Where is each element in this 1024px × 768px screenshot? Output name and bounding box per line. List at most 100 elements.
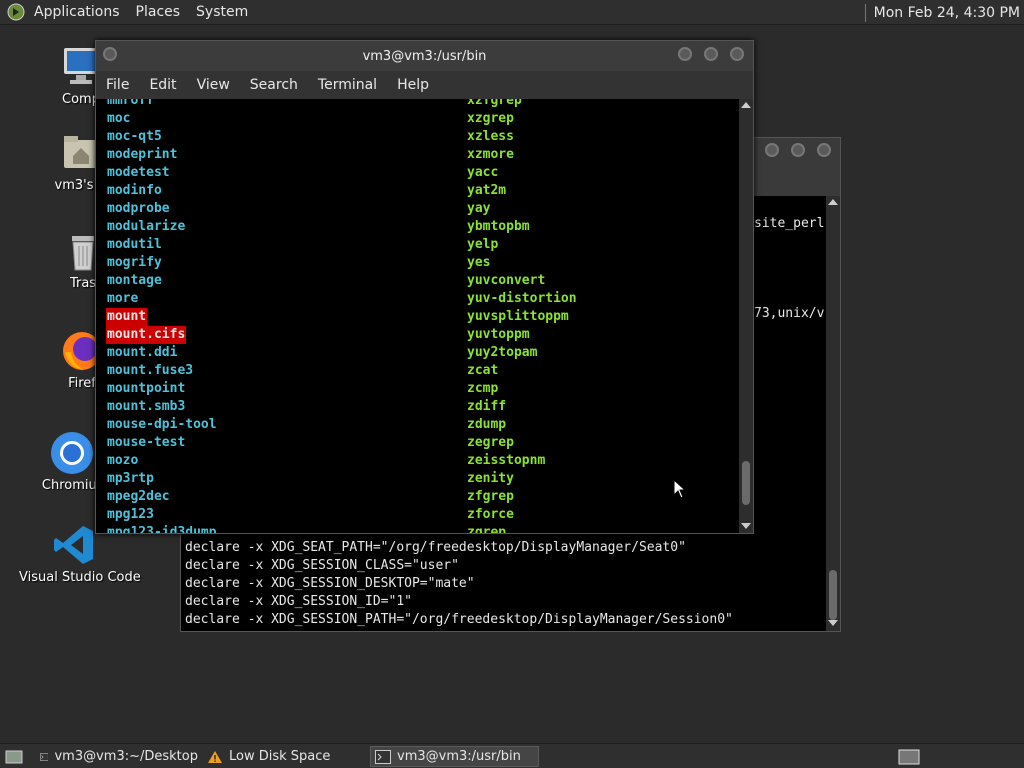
file-entry: mouse-dpi-tool bbox=[107, 417, 217, 432]
window-title: vm3@vm3:/usr/bin bbox=[362, 48, 487, 64]
terminal-icon bbox=[40, 752, 49, 761]
terminal-line: declare -x XDG_SESSION_CLASS="user" bbox=[185, 558, 459, 573]
file-entry: xzfgrep bbox=[467, 99, 522, 108]
taskbar-item-desktop-terminal[interactable]: vm3@vm3:~/Desktop bbox=[36, 746, 198, 767]
file-entry: zfgrep bbox=[467, 489, 514, 504]
file-entry: zcat bbox=[467, 363, 499, 378]
taskbar-item-label: vm3@vm3:~/Desktop bbox=[54, 749, 198, 764]
terminal-icon bbox=[375, 749, 391, 764]
chromium-icon bbox=[49, 430, 95, 476]
file-entry: modeprint bbox=[107, 147, 178, 162]
file-entry: yat2m bbox=[467, 183, 507, 198]
file-entry: mozo bbox=[107, 453, 139, 468]
file-entry: mount.fuse3 bbox=[107, 363, 194, 378]
menu-search[interactable]: Search bbox=[240, 71, 308, 99]
taskbar-item-usr-bin-terminal[interactable]: vm3@vm3:/usr/bin bbox=[370, 746, 539, 767]
file-entry: modetest bbox=[107, 165, 170, 180]
output-fragment: site_perl bbox=[754, 216, 825, 231]
show-desktop-button[interactable] bbox=[2, 746, 24, 767]
workspace-switcher[interactable] bbox=[894, 746, 924, 767]
front-terminal-window[interactable]: vm3@vm3:/usr/bin File Edit View Search T… bbox=[95, 40, 754, 534]
scroll-thumb[interactable] bbox=[742, 461, 750, 505]
scroll-up-arrow-icon[interactable] bbox=[828, 199, 838, 205]
file-entry: zdump bbox=[467, 417, 507, 432]
mate-logo-icon[interactable] bbox=[6, 2, 26, 22]
terminal-line: declare -x XDG_SESSION_ID="1" bbox=[185, 594, 412, 609]
minimize-button[interactable] bbox=[765, 143, 779, 157]
file-entry: zenity bbox=[467, 471, 514, 486]
file-entry: yes bbox=[467, 255, 491, 270]
system-menu[interactable]: System bbox=[188, 0, 256, 25]
applications-menu[interactable]: Applications bbox=[26, 0, 128, 25]
scroll-up-arrow-icon[interactable] bbox=[741, 102, 751, 108]
top-panel: Applications Places System Mon Feb 24, 4… bbox=[0, 0, 1024, 25]
clock[interactable]: Mon Feb 24, 4:30 PM bbox=[874, 5, 1024, 21]
scroll-down-arrow-icon[interactable] bbox=[828, 620, 838, 626]
front-window-titlebar[interactable]: vm3@vm3:/usr/bin bbox=[96, 41, 753, 71]
file-entry: mpeg2dec bbox=[107, 489, 170, 504]
file-entry: yacc bbox=[467, 165, 499, 180]
file-entry: modutil bbox=[107, 237, 162, 252]
file-entry: mount.cifs bbox=[106, 326, 187, 344]
back-scrollbar[interactable] bbox=[826, 196, 840, 631]
show-desktop-icon bbox=[5, 750, 23, 763]
file-entry: xzgrep bbox=[467, 111, 514, 126]
taskbar-item-label: vm3@vm3:/usr/bin bbox=[397, 749, 521, 764]
file-entry: modprobe bbox=[107, 201, 170, 216]
places-menu[interactable]: Places bbox=[128, 0, 189, 25]
workspace-icon bbox=[898, 749, 920, 764]
menu-file[interactable]: File bbox=[96, 71, 139, 99]
file-entry: more bbox=[107, 291, 139, 306]
terminal-menubar: File Edit View Search Terminal Help bbox=[96, 71, 753, 99]
terminal-line: declare -x XDG_SESSION_DESKTOP="mate" bbox=[185, 576, 475, 591]
scroll-thumb[interactable] bbox=[829, 570, 837, 620]
file-entry: yay bbox=[467, 201, 491, 216]
output-fragment: 73,unix/v bbox=[754, 306, 825, 321]
close-button[interactable] bbox=[730, 47, 744, 61]
taskbar-item-low-disk-space[interactable]: Low Disk Space bbox=[203, 746, 363, 767]
file-entry: zcmp bbox=[467, 381, 499, 396]
file-entry: yuv-distortion bbox=[467, 291, 577, 306]
file-entry: yuvconvert bbox=[467, 273, 546, 288]
minimize-button[interactable] bbox=[678, 47, 692, 61]
menu-terminal[interactable]: Terminal bbox=[308, 71, 387, 99]
file-entry: mount.ddi bbox=[107, 345, 178, 360]
window-menu-button[interactable] bbox=[103, 47, 117, 61]
terminal-output[interactable]: mmroff moc moc-qt5 modeprint modetest modinfo… bbox=[96, 99, 739, 533]
clock-area: Mon Feb 24, 4:30 PM bbox=[864, 0, 1024, 25]
taskbar-item-label: Low Disk Space bbox=[229, 749, 331, 764]
file-entry: mount bbox=[106, 308, 148, 326]
file-entry: moc bbox=[107, 111, 131, 126]
file-entry: mpg123 bbox=[107, 507, 154, 522]
file-entry: zegrep bbox=[467, 435, 514, 450]
vscode-icon bbox=[51, 522, 97, 568]
maximize-button[interactable] bbox=[791, 143, 805, 157]
file-entry: xzmore bbox=[467, 147, 514, 162]
file-entry: modinfo bbox=[107, 183, 162, 198]
file-entry: zdiff bbox=[467, 399, 507, 414]
desktop-icon-label: Visual Studio Code bbox=[19, 570, 141, 585]
file-entry: mount.smb3 bbox=[107, 399, 186, 414]
file-entry: montage bbox=[107, 273, 162, 288]
file-entry: yelp bbox=[467, 237, 499, 252]
file-entry: modularize bbox=[107, 219, 186, 234]
file-entry: mouse-test bbox=[107, 435, 186, 450]
menu-help[interactable]: Help bbox=[387, 71, 439, 99]
terminal-line: declare -x XDG_SESSION_PATH="/org/freede… bbox=[185, 612, 733, 627]
close-button[interactable] bbox=[817, 143, 831, 157]
mouse-pointer-icon bbox=[673, 478, 687, 503]
file-entry: xzless bbox=[467, 129, 514, 144]
file-entry: mp3rtp bbox=[107, 471, 154, 486]
maximize-button[interactable] bbox=[704, 47, 718, 61]
file-entry: yuy2topam bbox=[467, 345, 538, 360]
menu-edit[interactable]: Edit bbox=[139, 71, 186, 99]
menu-view[interactable]: View bbox=[187, 71, 240, 99]
file-entry: mogrify bbox=[107, 255, 162, 270]
front-scrollbar[interactable] bbox=[739, 99, 753, 533]
file-entry: ybmtopbm bbox=[467, 219, 530, 234]
file-entry: mmroff bbox=[107, 99, 154, 108]
file-entry: mpg123-id3dump bbox=[107, 525, 217, 533]
file-entry: mountpoint bbox=[107, 381, 186, 396]
terminal-line: declare -x XDG_SEAT_PATH="/org/freedeskt… bbox=[185, 540, 686, 555]
scroll-down-arrow-icon[interactable] bbox=[741, 523, 751, 529]
